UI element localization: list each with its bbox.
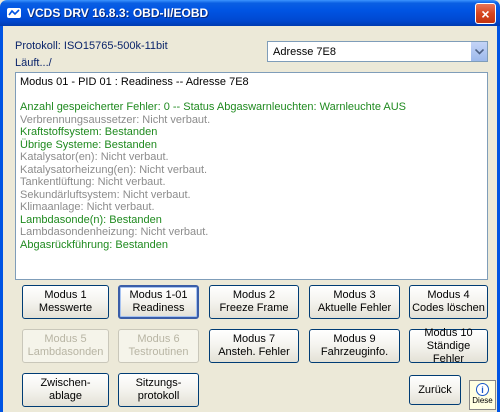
button-line1: Modus 9	[333, 333, 376, 345]
button-line2: Freeze Frame	[219, 302, 289, 314]
mode9-button[interactable]: Modus 9 Fahrzeuginfo.	[309, 329, 400, 363]
back-button[interactable]: Zurück	[409, 375, 461, 405]
button-line2: Ansteh. Fehler	[218, 346, 290, 358]
output-line: Lambdasonde(n): Bestanden	[20, 213, 162, 226]
mode6-button: Modus 6 Testroutinen	[118, 329, 199, 363]
output-line: Abgasrückführung: Bestanden	[20, 238, 168, 251]
output-line: Modus 01 - PID 01 : Readiness -- Adresse…	[20, 76, 249, 88]
button-line2: Codes löschen	[412, 302, 485, 314]
output-line: Kraftstoffsystem: Bestanden	[20, 126, 158, 138]
window-title: VCDS DRV 16.8.3: OBD-II/EOBD	[27, 6, 209, 20]
output-line: Tankentlüftung: Nicht verbaut.	[20, 176, 166, 188]
running-status: Läuft.../	[15, 57, 52, 69]
info-notification-label: Diese	[472, 396, 493, 405]
button-line2: Ständige Fehler	[426, 339, 471, 365]
button-line1: Modus 5	[44, 333, 87, 345]
close-icon: ×	[481, 5, 490, 22]
output-line: Klimaanlage: Nicht verbaut.	[20, 201, 155, 213]
button-line2: Readiness	[132, 302, 185, 314]
vcds-app-icon	[6, 5, 22, 21]
mode3-button[interactable]: Modus 3 Aktuelle Fehler	[309, 285, 400, 319]
button-line1: Modus 2	[232, 289, 276, 301]
button-line2: Messwerte	[38, 302, 93, 314]
button-line1: Modus 6	[137, 333, 180, 345]
button-line1: Modus 1	[44, 289, 87, 301]
button-line2: ablage	[48, 390, 83, 402]
close-button[interactable]: ×	[475, 3, 496, 24]
address-select-value: Adresse 7E8	[273, 45, 336, 58]
button-line1: Modus 4	[427, 289, 470, 301]
button-line1: Zwischen-	[40, 377, 91, 389]
button-line2: Lambdasonden	[27, 346, 104, 358]
chevron-down-icon[interactable]	[470, 42, 487, 61]
mode7-button[interactable]: Modus 7 Ansteh. Fehler	[209, 329, 299, 363]
mode10-button[interactable]: Modus 10 Ständige Fehler	[409, 326, 488, 365]
info-notification[interactable]: i Diese	[469, 380, 496, 410]
mode4-button[interactable]: Modus 4 Codes löschen	[409, 285, 488, 319]
button-line1: Modus 3	[333, 289, 376, 301]
output-line: Sekundärluftsystem: Nicht verbaut.	[20, 188, 191, 201]
output-line: Lambdasondenheizung: Nicht verbaut.	[20, 226, 209, 238]
button-line2: Testroutinen	[128, 346, 189, 358]
title-bar[interactable]: VCDS DRV 16.8.3: OBD-II/EOBD ×	[0, 0, 500, 26]
address-select[interactable]: Adresse 7E8	[267, 41, 488, 62]
button-line2: Aktuelle Fehler	[317, 302, 392, 314]
output-line: Übrige Systeme: Bestanden	[20, 138, 157, 151]
button-line1: Modus 1-01	[129, 289, 188, 301]
button-line2: protokoll	[137, 390, 180, 402]
info-icon: i	[476, 383, 489, 396]
session-log-button[interactable]: Sitzungs- protokoll	[118, 373, 199, 407]
button-line1: Modus 7	[232, 333, 276, 345]
readiness-output-box[interactable]: Modus 01 - PID 01 : Readiness -- Adresse…	[15, 72, 488, 280]
output-line: Katalysator(en): Nicht verbaut.	[20, 151, 169, 163]
protocol-label: Protokoll: ISO15765-500k-11bit	[15, 40, 168, 52]
button-line1: Modus 10	[424, 326, 473, 339]
back-button-label: Zurück	[418, 383, 452, 396]
mode1-button[interactable]: Modus 1 Messwerte	[22, 285, 109, 319]
clipboard-button[interactable]: Zwischen- ablage	[22, 373, 109, 407]
button-line2: Fahrzeuginfo.	[320, 346, 389, 358]
button-line1: Sitzungs-	[135, 377, 182, 389]
output-line: Verbrennungsaussetzer: Nicht verbaut.	[20, 113, 211, 126]
output-line: Anzahl gespeicherter Fehler: 0 -- Status…	[20, 101, 407, 113]
mode5-button: Modus 5 Lambdasonden	[22, 329, 109, 363]
mode2-button[interactable]: Modus 2 Freeze Frame	[209, 285, 299, 319]
output-line: Katalysatorheizung(en): Nicht verbaut.	[20, 163, 208, 176]
mode1-01-readiness-button[interactable]: Modus 1-01 Readiness	[118, 285, 199, 319]
